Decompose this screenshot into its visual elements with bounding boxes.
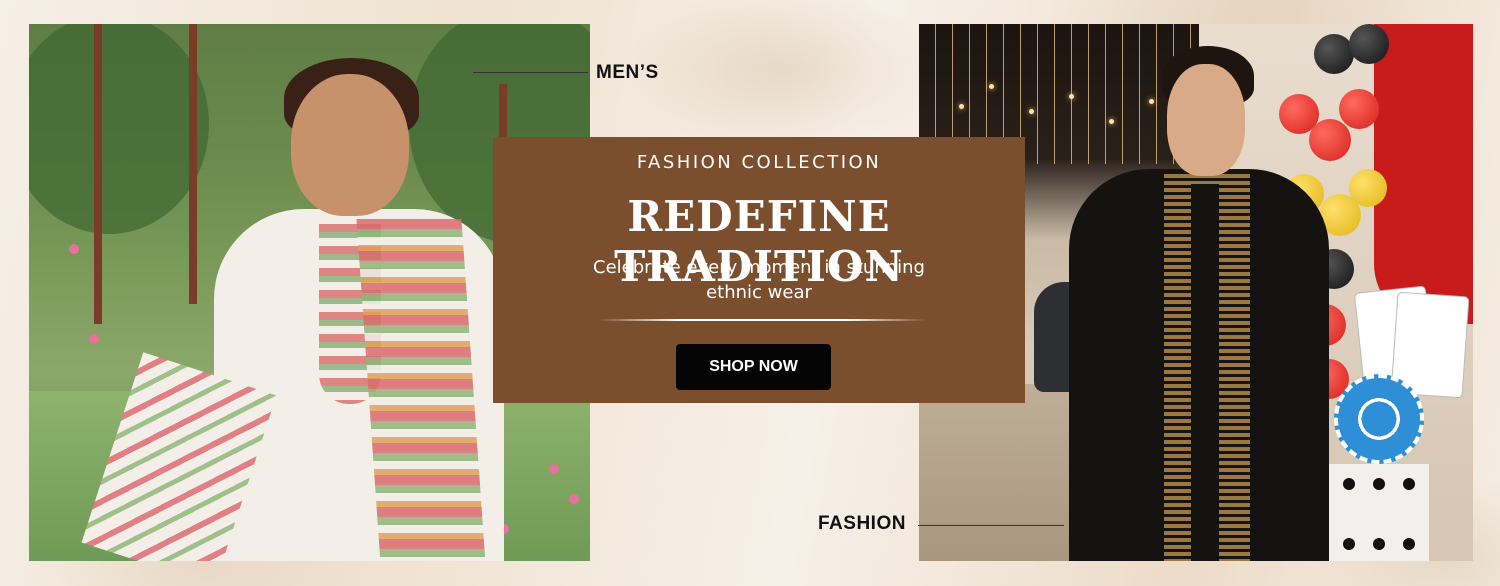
panel-divider: [597, 319, 927, 321]
fashion-label-rule: [918, 525, 1064, 526]
promo-panel: FASHION COLLECTION REDEFINE TRADITION Ce…: [493, 137, 1025, 403]
banner-subline: Celebrate every moment in stunning ethni…: [593, 257, 925, 303]
mens-label-rule: [473, 72, 588, 73]
fashion-label: FASHION: [818, 513, 906, 534]
mens-label: MEN’S: [596, 62, 659, 83]
collection-eyebrow: FASHION COLLECTION: [636, 152, 882, 173]
shop-now-button[interactable]: SHOP NOW: [676, 344, 831, 390]
